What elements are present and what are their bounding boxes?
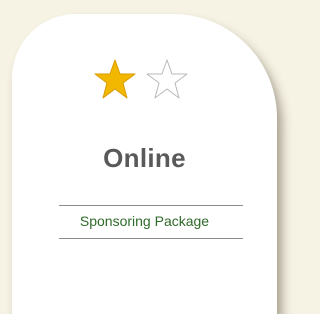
package-name: Sponsoring Package [79, 213, 210, 229]
sponsoring-tier-card[interactable]: Online Sponsoring Package [12, 14, 277, 314]
star-filled-icon [94, 59, 136, 99]
divider-bottom [59, 238, 243, 239]
star-rating [94, 58, 214, 102]
divider-top [59, 205, 243, 206]
star-outline-icon [146, 59, 188, 99]
tier-title: Online [103, 143, 186, 173]
